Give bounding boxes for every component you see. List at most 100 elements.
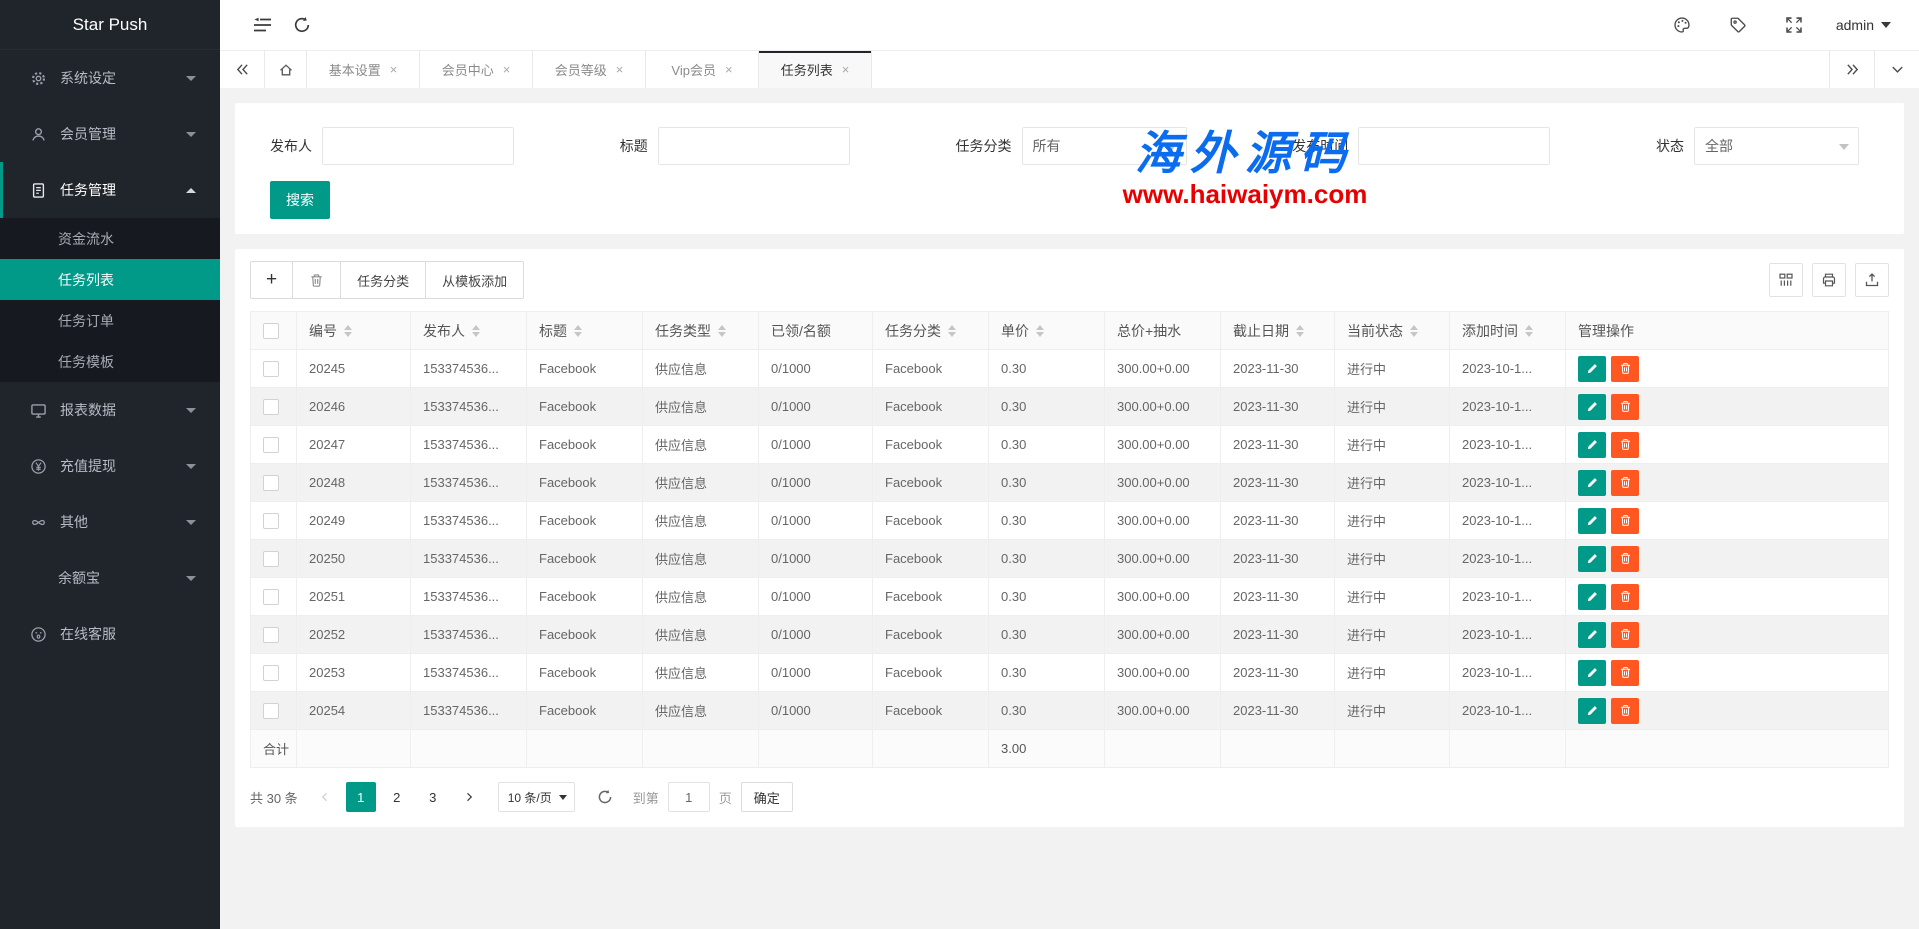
add-button[interactable]: +: [250, 261, 293, 299]
task-category-select[interactable]: 所有: [1022, 127, 1187, 165]
fullscreen-icon[interactable]: [1766, 0, 1822, 50]
sort-icon[interactable]: [1036, 325, 1044, 337]
column-header-0[interactable]: 编号: [297, 312, 411, 350]
delete-row-button[interactable]: [1611, 622, 1639, 648]
edit-button[interactable]: [1578, 660, 1606, 686]
column-header-9[interactable]: 当前状态: [1335, 312, 1450, 350]
tab-close-icon[interactable]: ×: [616, 62, 624, 77]
row-checkbox[interactable]: [263, 399, 279, 415]
refresh-icon[interactable]: [282, 0, 322, 50]
sidebar-item-member-management[interactable]: 会员管理: [0, 106, 220, 162]
edit-button[interactable]: [1578, 394, 1606, 420]
row-checkbox[interactable]: [263, 475, 279, 491]
search-button[interactable]: 搜索: [270, 181, 330, 219]
tab-member-level[interactable]: 会员等级×: [533, 51, 646, 88]
edit-button[interactable]: [1578, 508, 1606, 534]
edit-button[interactable]: [1578, 432, 1606, 458]
column-header-1[interactable]: 发布人: [411, 312, 527, 350]
status-select[interactable]: 全部: [1694, 127, 1859, 165]
row-checkbox[interactable]: [263, 551, 279, 567]
sidebar-item-recharge-withdraw[interactable]: 充值提现: [0, 438, 220, 494]
tabs-scroll-left-icon[interactable]: [220, 51, 265, 88]
next-page-icon[interactable]: [454, 782, 484, 812]
delete-button[interactable]: [292, 261, 341, 299]
task-category-button[interactable]: 任务分类: [340, 261, 426, 299]
tab-member-center[interactable]: 会员中心×: [420, 51, 533, 88]
row-checkbox[interactable]: [263, 665, 279, 681]
delete-row-button[interactable]: [1611, 432, 1639, 458]
delete-row-button[interactable]: [1611, 660, 1639, 686]
prev-page-icon[interactable]: [310, 782, 340, 812]
sidebar-item-yuebao[interactable]: 余额宝: [0, 550, 220, 606]
publisher-input[interactable]: [322, 127, 514, 165]
sidebar-item-other[interactable]: 其他: [0, 494, 220, 550]
tab-close-icon[interactable]: ×: [842, 62, 850, 77]
tab-basic-settings[interactable]: 基本设置×: [307, 51, 420, 88]
edit-button[interactable]: [1578, 622, 1606, 648]
delete-row-button[interactable]: [1611, 356, 1639, 382]
publish-time-input[interactable]: [1358, 127, 1550, 165]
sidebar-item-online-service[interactable]: 在线客服: [0, 606, 220, 662]
tag-icon[interactable]: [1710, 0, 1766, 50]
sort-icon[interactable]: [1296, 325, 1304, 337]
page-button-3[interactable]: 3: [418, 782, 448, 812]
confirm-button[interactable]: 确定: [741, 782, 793, 812]
row-checkbox[interactable]: [263, 513, 279, 529]
row-checkbox[interactable]: [263, 361, 279, 377]
theme-palette-icon[interactable]: [1654, 0, 1710, 50]
delete-row-button[interactable]: [1611, 584, 1639, 610]
export-button[interactable]: [1855, 263, 1889, 297]
select-all-checkbox[interactable]: [263, 323, 279, 339]
row-checkbox[interactable]: [263, 437, 279, 453]
refresh-table-icon[interactable]: [589, 782, 621, 812]
sidebar-subitem-task-templates[interactable]: 任务模板: [0, 341, 220, 382]
delete-row-button[interactable]: [1611, 546, 1639, 572]
sidebar-item-system-settings[interactable]: 系统设定: [0, 50, 220, 106]
row-checkbox[interactable]: [263, 589, 279, 605]
tab-home[interactable]: [265, 51, 307, 88]
column-header-5[interactable]: 任务分类: [873, 312, 989, 350]
sort-icon[interactable]: [718, 325, 726, 337]
delete-row-button[interactable]: [1611, 698, 1639, 724]
delete-row-button[interactable]: [1611, 508, 1639, 534]
tab-close-icon[interactable]: ×: [390, 62, 398, 77]
delete-row-button[interactable]: [1611, 470, 1639, 496]
sort-icon[interactable]: [344, 325, 352, 337]
row-checkbox[interactable]: [263, 703, 279, 719]
edit-button[interactable]: [1578, 546, 1606, 572]
edit-button[interactable]: [1578, 584, 1606, 610]
user-menu[interactable]: admin: [1836, 17, 1891, 33]
title-input[interactable]: [658, 127, 850, 165]
sort-icon[interactable]: [1525, 325, 1533, 337]
tab-task-list[interactable]: 任务列表×: [759, 51, 872, 88]
tabs-scroll-right-icon[interactable]: [1829, 51, 1874, 88]
sidebar-item-report-data[interactable]: 报表数据: [0, 382, 220, 438]
sort-icon[interactable]: [574, 325, 582, 337]
edit-button[interactable]: [1578, 356, 1606, 382]
column-header-2[interactable]: 标题: [527, 312, 643, 350]
tab-close-icon[interactable]: ×: [503, 62, 511, 77]
page-size-select[interactable]: 10 条/页: [498, 782, 575, 812]
columns-button[interactable]: [1769, 263, 1803, 297]
sort-icon[interactable]: [1410, 325, 1418, 337]
column-header-3[interactable]: 任务类型: [643, 312, 759, 350]
page-button-2[interactable]: 2: [382, 782, 412, 812]
sidebar-subitem-fund-flow[interactable]: 资金流水: [0, 218, 220, 259]
sort-icon[interactable]: [948, 325, 956, 337]
add-from-template-button[interactable]: 从模板添加: [425, 261, 524, 299]
page-button-1[interactable]: 1: [346, 782, 376, 812]
sidebar-subitem-task-orders[interactable]: 任务订单: [0, 300, 220, 341]
sidebar-item-task-management[interactable]: 任务管理: [0, 162, 220, 218]
sort-icon[interactable]: [472, 325, 480, 337]
column-header-10[interactable]: 添加时间: [1450, 312, 1566, 350]
tab-vip-member[interactable]: Vip会员×: [646, 51, 759, 88]
goto-page-input[interactable]: [668, 782, 710, 812]
edit-button[interactable]: [1578, 470, 1606, 496]
column-header-6[interactable]: 单价: [989, 312, 1105, 350]
column-header-8[interactable]: 截止日期: [1221, 312, 1335, 350]
sidebar-subitem-task-list[interactable]: 任务列表: [0, 259, 220, 300]
delete-row-button[interactable]: [1611, 394, 1639, 420]
row-checkbox[interactable]: [263, 627, 279, 643]
tabs-menu-icon[interactable]: [1874, 51, 1919, 88]
tab-close-icon[interactable]: ×: [725, 62, 733, 77]
